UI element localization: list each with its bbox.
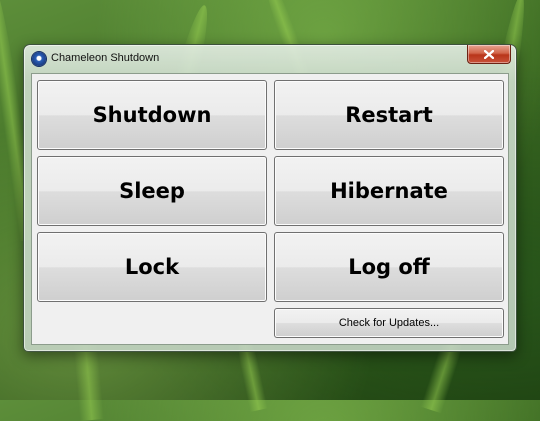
- app-window: Chameleon Shutdown Shutdown Restart Slee…: [23, 44, 517, 352]
- check-for-updates-button[interactable]: Check for Updates...: [274, 308, 504, 338]
- hibernate-button[interactable]: Hibernate: [274, 156, 504, 226]
- button-panel: Shutdown Restart Sleep Hibernate Lock Lo…: [31, 73, 509, 345]
- shutdown-button[interactable]: Shutdown: [37, 80, 267, 150]
- window-title: Chameleon Shutdown: [51, 52, 160, 64]
- close-button[interactable]: [467, 45, 511, 64]
- log-off-button[interactable]: Log off: [274, 232, 504, 302]
- chameleon-shutdown-icon: [32, 52, 46, 66]
- sleep-button[interactable]: Sleep: [37, 156, 267, 226]
- title-bar[interactable]: Chameleon Shutdown: [24, 45, 516, 73]
- lock-button[interactable]: Lock: [37, 232, 267, 302]
- restart-button[interactable]: Restart: [274, 80, 504, 150]
- close-icon: [484, 49, 494, 59]
